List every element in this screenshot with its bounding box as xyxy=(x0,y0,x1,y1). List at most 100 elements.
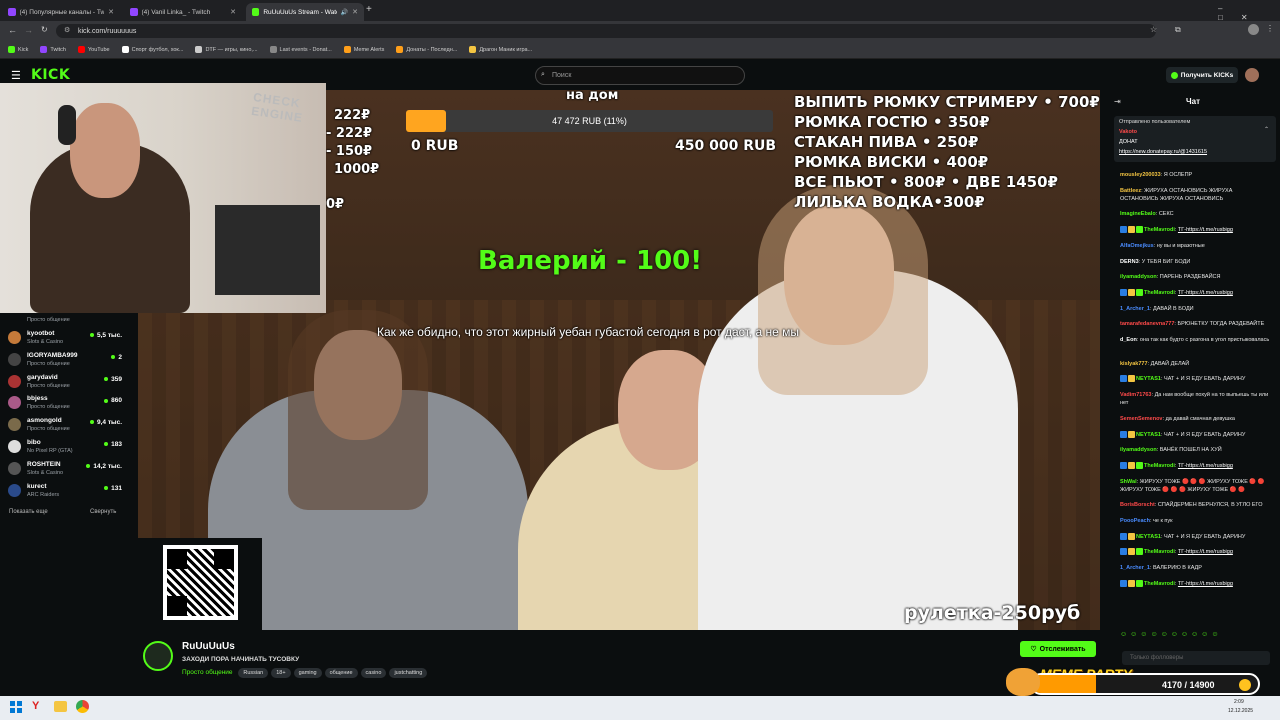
stream-tag[interactable]: Russian xyxy=(238,668,269,678)
chat-username[interactable]: NEYTAS1 xyxy=(1136,432,1161,438)
back-icon[interactable]: ← xyxy=(8,25,17,35)
chat-username[interactable]: d_Eon xyxy=(1120,337,1137,343)
pinned-user[interactable]: Vakoto xyxy=(1119,129,1137,135)
bookmark-item[interactable]: Twitch xyxy=(40,46,66,53)
kick-logo[interactable]: KICK xyxy=(31,67,70,83)
chat-username[interactable]: Battleez xyxy=(1120,188,1141,194)
sidebar-channel[interactable]: ROSHTEIN Slots & Casino 14,2 тыс. xyxy=(8,459,122,479)
meme-progress-fill xyxy=(1032,675,1097,693)
chat-title: Чат xyxy=(1186,97,1200,106)
site-info-icon[interactable]: ⚙ xyxy=(64,26,70,34)
sidebar-channel[interactable]: kyootbot Slots & Casino 5,5 тыс. xyxy=(8,328,122,348)
stream-tag[interactable]: justchatting xyxy=(389,668,428,678)
price-item: ВСЕ ПЬЮТ • 800₽ • ДВЕ 1450₽ xyxy=(794,173,1058,191)
close-tab-icon[interactable]: ✕ xyxy=(352,8,358,16)
menu-icon[interactable]: ⋮ xyxy=(1266,24,1274,33)
emote-bar[interactable]: ☺☺☺☺☺☺☺☺☺☺ xyxy=(1120,631,1272,641)
channel-name[interactable]: RuUuUuUs xyxy=(182,641,235,652)
collapse-chat-icon[interactable]: ⇥ xyxy=(1114,97,1121,106)
bookmark-item[interactable]: Спорт футбол, хок... xyxy=(121,46,183,53)
chat-username[interactable]: mousley200033 xyxy=(1120,172,1161,178)
new-tab-icon[interactable]: + xyxy=(366,4,372,15)
bookmark-item[interactable]: Last events - Donat... xyxy=(269,46,332,53)
pinned-link[interactable]: https://new.donatepay.ru/@1431615 xyxy=(1119,149,1207,155)
stream-tag[interactable]: общение xyxy=(324,668,358,678)
chat-message: d_Eon: она так как будто с разгона в уго… xyxy=(1120,336,1272,344)
chat-username[interactable]: BorisBorscht xyxy=(1120,502,1155,508)
folder-icon[interactable] xyxy=(54,701,67,712)
yandex-icon[interactable]: Y xyxy=(32,700,39,712)
search-input[interactable]: ⌕ Поиск xyxy=(535,66,745,85)
chat-text: ЧАТ + И Я ЕДУ ЕБАТЬ ДАРИНУ xyxy=(1164,533,1246,540)
address-bar-row: ← → ↻ ⚙ kick.com/ruuuuuus ☆ ⧉ ⋮ xyxy=(0,21,1280,41)
profile-avatar[interactable] xyxy=(1248,24,1259,35)
sidebar-channel[interactable]: IGORYAMBA999 Просто общение 2 xyxy=(8,350,122,370)
window-controls[interactable]: –□✕ xyxy=(1218,4,1280,22)
chat-username[interactable]: TheMavrodi xyxy=(1144,227,1175,233)
chat-username[interactable]: 1_Archer_1 xyxy=(1120,565,1150,571)
chrome-icon[interactable] xyxy=(76,700,89,713)
browser-tab-1[interactable]: (4) Популярные каналы - Twitch ✕ xyxy=(2,3,120,21)
chat-username[interactable]: TheMavrodi xyxy=(1144,581,1175,587)
start-icon[interactable] xyxy=(10,701,22,713)
sidebar-channel[interactable]: asmongold Просто общение 9,4 тыс. xyxy=(8,415,122,435)
bookmark-item[interactable]: YouTube xyxy=(77,46,110,53)
stream-tag[interactable]: gaming xyxy=(293,668,322,678)
chat-input[interactable]: Только фолловеры xyxy=(1122,651,1270,665)
stream-tag[interactable]: 18+ xyxy=(271,668,291,678)
sidebar-channel[interactable]: bbjess Просто общение 860 xyxy=(8,393,122,413)
close-tab-icon[interactable]: ✕ xyxy=(230,8,236,16)
sidebar-channel[interactable]: bibo No Pixel RP (GTA) 183 xyxy=(8,437,122,457)
bookmark-item[interactable]: Kick xyxy=(8,46,28,53)
chat-username[interactable]: Vadim71763 xyxy=(1120,392,1152,398)
url-field[interactable]: ⚙ kick.com/ruuuuuus xyxy=(56,24,1156,38)
get-kicks-button[interactable]: Получить KICKs xyxy=(1166,67,1238,83)
sidebar-channel[interactable]: garydavid Просто общение 359 xyxy=(8,372,122,392)
chat-message: TheMavrodi: ТГ-https://t.me/rusbigg xyxy=(1120,461,1272,470)
close-tab-icon[interactable]: ✕ xyxy=(108,8,114,16)
chat-username[interactable]: ilyamaddyson xyxy=(1120,274,1157,280)
audio-icon[interactable]: 🔊 xyxy=(341,9,348,16)
chat-username[interactable]: NEYTAS1 xyxy=(1136,534,1161,540)
chat-username[interactable]: 1_Archer_1 xyxy=(1120,306,1150,312)
extensions-icon[interactable]: ⧉ xyxy=(1175,25,1181,35)
bookmark-item[interactable]: Драгон Маник игра... xyxy=(469,46,532,53)
bookmark-star-icon[interactable]: ☆ xyxy=(1150,25,1157,34)
chat-username[interactable]: tamarafedanevna777 xyxy=(1120,321,1174,327)
channel-avatar[interactable] xyxy=(143,641,173,671)
collapse-button[interactable]: Свернуть xyxy=(90,509,116,515)
follow-button[interactable]: ♡ Отслеживать xyxy=(1020,641,1096,657)
chat-username[interactable]: ImagineEbalo xyxy=(1120,211,1156,217)
reload-icon[interactable]: ↻ xyxy=(41,25,48,34)
bookmark-item[interactable]: Донаты - Последн... xyxy=(396,46,457,53)
bookmark-item[interactable]: Meme Alerts xyxy=(343,46,384,53)
kick-icon xyxy=(252,8,260,16)
user-avatar[interactable] xyxy=(1245,68,1259,82)
chat-username[interactable]: SemenSemenov xyxy=(1120,416,1163,422)
chat-username[interactable]: ShWal xyxy=(1120,479,1137,485)
pin-icon[interactable]: ⌃ xyxy=(1264,126,1269,133)
browser-tab-2[interactable]: (4) Vanil Linka_ - Twitch ✕ xyxy=(124,3,242,21)
chat-badge-icon xyxy=(1128,548,1135,556)
chat-username[interactable]: ilyamaddyson xyxy=(1120,447,1157,453)
show-more-button[interactable]: Показать еще xyxy=(9,509,48,515)
chat-username[interactable]: AlfaOmejkus xyxy=(1120,243,1154,249)
hamburger-menu-icon[interactable]: ☰ xyxy=(11,69,21,82)
sidebar-channel[interactable]: kurect ARC Raiders 131 xyxy=(8,481,122,501)
bookmark-item[interactable]: DTF — игры, кино,... xyxy=(195,46,258,53)
chat-username[interactable]: TheMavrodi xyxy=(1144,549,1175,555)
chat-message: kislyak777: ДАВАЙ ДЕЛАЙ xyxy=(1120,360,1272,368)
stream-category[interactable]: Просто общение xyxy=(182,669,233,676)
bookmark-favicon-icon xyxy=(396,46,404,53)
chat-username[interactable]: kislyak777 xyxy=(1120,361,1148,367)
browser-tab-3[interactable]: RuUuUuUs Stream - Watch 🔊 ✕ xyxy=(246,3,364,21)
chat-username[interactable]: PoooPeach xyxy=(1120,518,1150,524)
stream-tag[interactable]: casino xyxy=(360,668,387,678)
kicks-coin-icon xyxy=(1170,71,1178,79)
chat-username[interactable]: NEYTAS1 xyxy=(1136,376,1161,382)
price-item: РЮМКА ГОСТЮ • 350₽ xyxy=(794,113,990,131)
forward-icon[interactable]: → xyxy=(24,25,33,35)
chat-username[interactable]: DERN3 xyxy=(1120,259,1139,265)
chat-username[interactable]: TheMavrodi xyxy=(1144,463,1175,469)
chat-username[interactable]: TheMavrodi xyxy=(1144,290,1175,296)
